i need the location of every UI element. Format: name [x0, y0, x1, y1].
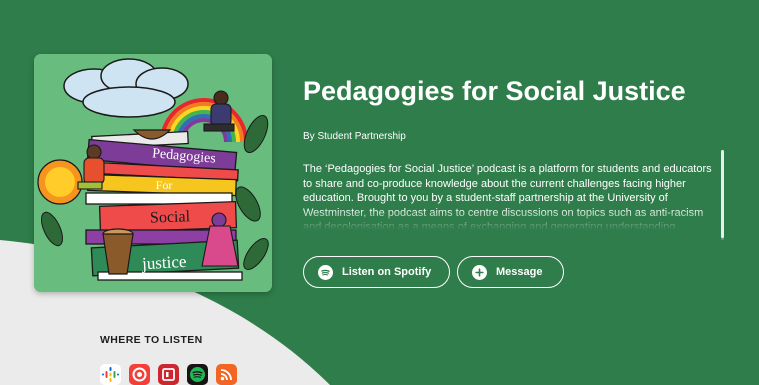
pocket-casts-icon[interactable]: [129, 364, 150, 385]
where-to-listen-heading: WHERE TO LISTEN: [100, 334, 203, 346]
podcast-title: Pedagogies for Social Justice: [303, 76, 686, 106]
book-title-4: justice: [141, 252, 187, 273]
podcast-author: By Student Partnership: [303, 131, 406, 142]
sun-illustration: [37, 159, 83, 205]
spotify-button-label: Listen on Spotify: [342, 266, 432, 278]
google-podcasts-icon[interactable]: [100, 364, 121, 385]
podcast-cover-art: Pedagogies For Social justice: [34, 54, 272, 292]
spotify-icon[interactable]: [187, 364, 208, 385]
description-fade: [303, 208, 715, 230]
book-title-2: For: [156, 178, 173, 192]
spotify-icon: [318, 264, 333, 280]
message-button[interactable]: Message: [457, 256, 564, 288]
book-title-3: Social: [150, 208, 191, 226]
message-plus-icon: [472, 264, 487, 280]
rss-icon[interactable]: [216, 364, 237, 385]
radiopublic-icon[interactable]: [158, 364, 179, 385]
listen-on-spotify-button[interactable]: Listen on Spotify: [303, 256, 450, 288]
listening-platforms: [100, 364, 237, 385]
message-button-label: Message: [496, 266, 543, 278]
description-scrollbar-thumb[interactable]: [721, 150, 724, 238]
description-container[interactable]: The ‘Pedagogies for Social Justice’ podc…: [303, 162, 715, 230]
